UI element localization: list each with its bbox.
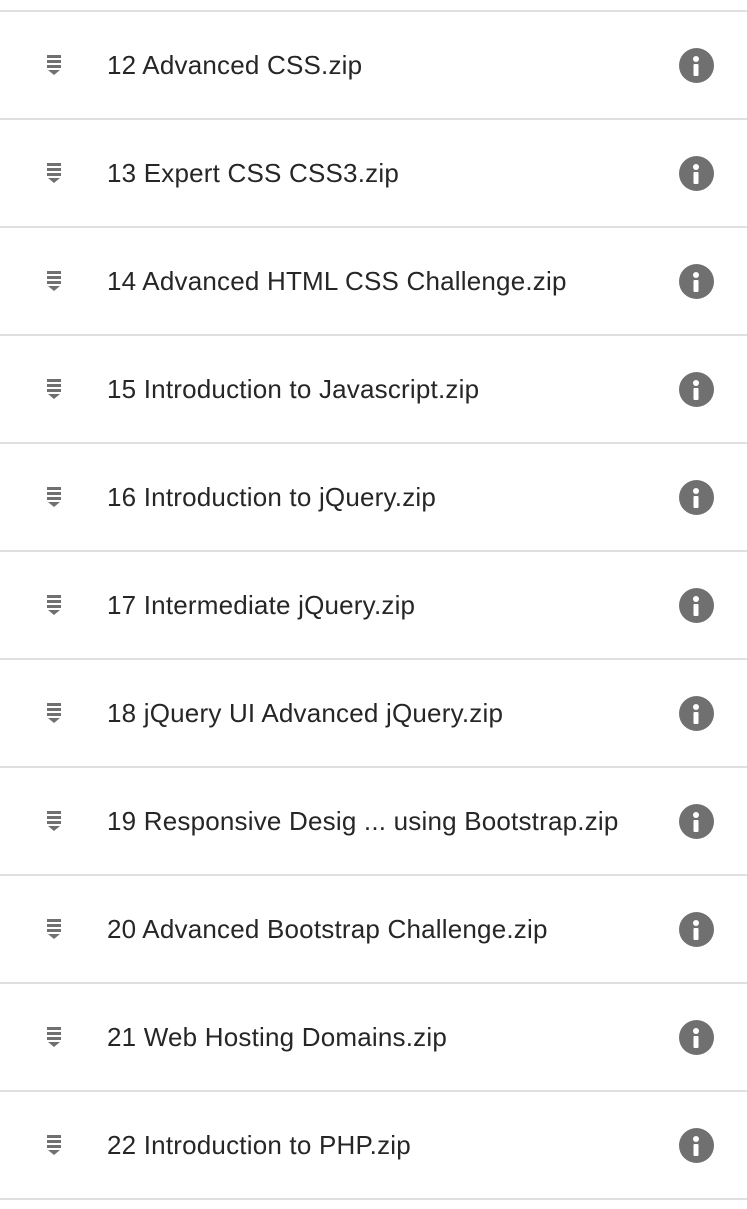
archive-icon [0,336,107,442]
file-name: 17 Intermediate jQuery.zip [107,589,416,620]
file-row[interactable]: 21 Web Hosting Domains.zip [0,984,747,1092]
file-name: 16 Introduction to jQuery.zip [107,481,437,512]
archive-icon [0,768,107,874]
info-icon [678,155,714,191]
info-icon [678,371,714,407]
info-icon [678,1019,714,1055]
archive-icon [0,660,107,766]
file-name: 12 Advanced CSS.zip [107,49,363,80]
archive-icon [0,984,107,1090]
file-row[interactable]: 22 Introduction to PHP.zip [0,1092,747,1200]
file-row[interactable]: 20 Advanced Bootstrap Challenge.zip [0,876,747,984]
info-button[interactable] [651,12,747,118]
archive-icon [0,1092,107,1198]
file-name: 20 Advanced Bootstrap Challenge.zip [107,913,548,944]
file-row[interactable]: 14 Advanced HTML CSS Challenge.zip [0,228,747,336]
info-icon [678,587,714,623]
info-button[interactable] [651,660,747,766]
archive-icon [0,228,107,334]
info-icon [678,911,714,947]
info-button[interactable] [651,768,747,874]
info-button[interactable] [651,1092,747,1198]
info-button[interactable] [651,228,747,334]
info-icon [678,1127,714,1163]
file-row[interactable]: 15 Introduction to Javascript.zip [0,336,747,444]
info-icon [678,263,714,299]
info-icon [678,803,714,839]
info-icon [678,695,714,731]
info-icon [678,47,714,83]
info-button[interactable] [651,444,747,550]
info-icon [678,479,714,515]
file-name: 21 Web Hosting Domains.zip [107,1021,447,1052]
file-name: 18 jQuery UI Advanced jQuery.zip [107,697,504,728]
info-button[interactable] [651,552,747,658]
info-button[interactable] [651,336,747,442]
file-name: 19 Responsive Desig ... using Bootstrap.… [107,805,619,836]
file-row[interactable]: 17 Intermediate jQuery.zip [0,552,747,660]
file-list: 12 Advanced CSS.zip 13 Expert CSS CSS3.z… [0,10,747,1209]
info-button[interactable] [651,120,747,226]
info-button[interactable] [651,984,747,1090]
archive-icon [0,876,107,982]
file-row[interactable]: 12 Advanced CSS.zip [0,12,747,120]
archive-icon [0,552,107,658]
file-row[interactable]: 18 jQuery UI Advanced jQuery.zip [0,660,747,768]
archive-icon [0,120,107,226]
file-row[interactable]: 13 Expert CSS CSS3.zip [0,120,747,228]
archive-icon [0,12,107,118]
file-row[interactable]: 19 Responsive Desig ... using Bootstrap.… [0,768,747,876]
file-name: 14 Advanced HTML CSS Challenge.zip [107,265,567,296]
info-button[interactable] [651,876,747,982]
file-name: 13 Expert CSS CSS3.zip [107,157,399,188]
archive-icon [0,444,107,550]
file-name: 22 Introduction to PHP.zip [107,1129,411,1160]
file-name: 15 Introduction to Javascript.zip [107,373,480,404]
file-row[interactable]: 16 Introduction to jQuery.zip [0,444,747,552]
